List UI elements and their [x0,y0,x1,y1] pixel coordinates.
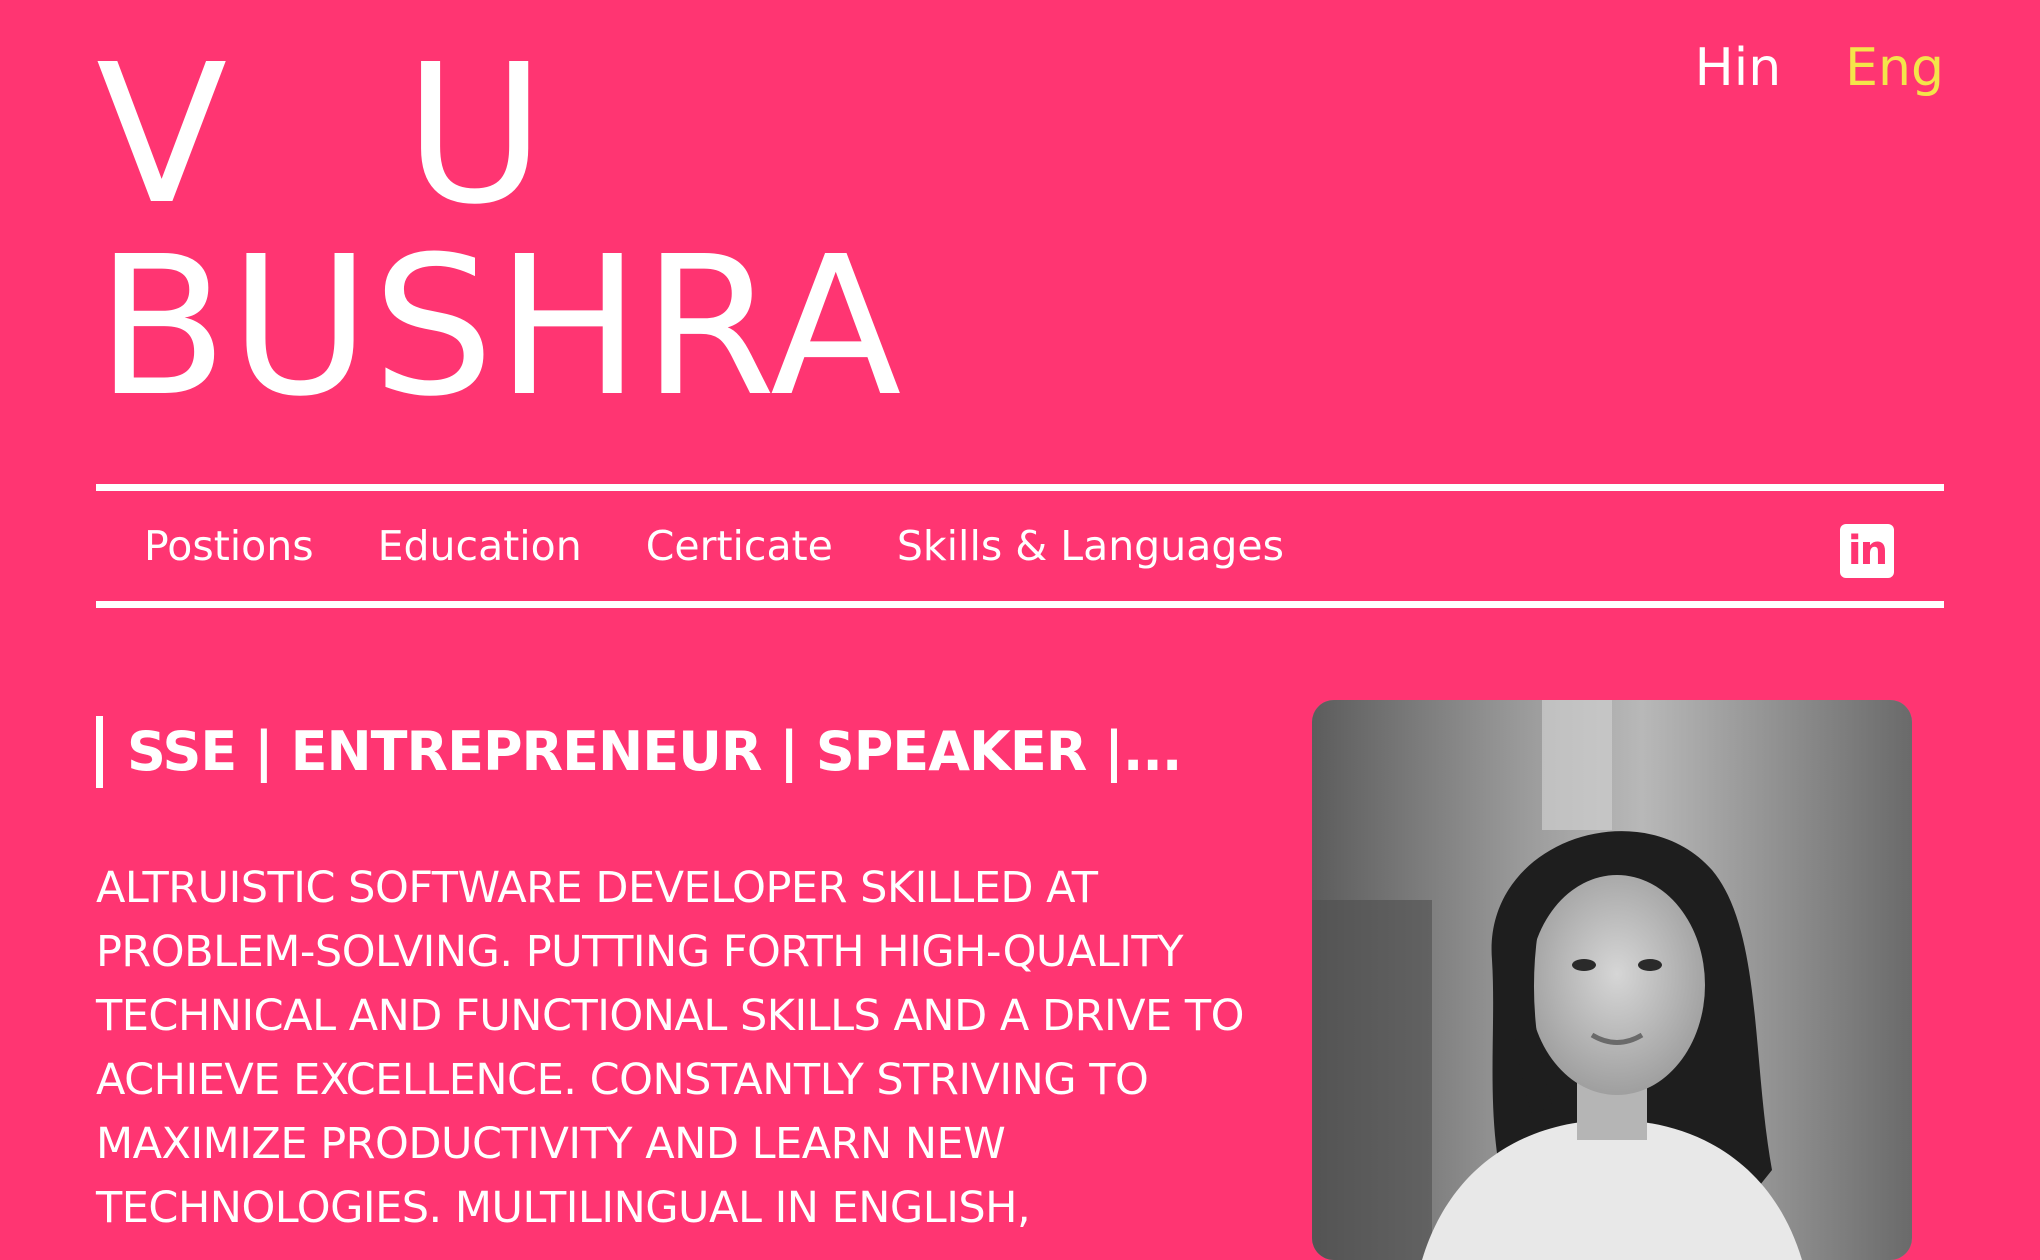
profile-subtitle: SSE | ENTREPRENEUR | SPEAKER |... [96,716,1182,788]
profile-name: V U BUSHRA [96,40,903,424]
profile-photo [1312,700,1912,1260]
name-line-1: V U [96,24,603,247]
linkedin-icon[interactable]: in [1840,524,1894,578]
profile-bio: ALTRUISTIC SOFTWARE DEVELOPER SKILLED AT… [96,863,1245,1233]
nav-item-skills-languages[interactable]: Skills & Languages [897,522,1284,570]
main-nav: Postions Education Certicate Skills & La… [96,484,1944,608]
nav-item-certificate[interactable]: Certicate [646,522,833,570]
nav-item-education[interactable]: Education [378,522,582,570]
language-english[interactable]: Eng [1845,36,1944,100]
language-hindi[interactable]: Hin [1695,36,1782,100]
language-switcher: Hin Eng [1695,36,1944,100]
name-line-2: BUSHRA [96,216,904,439]
nav-item-positions[interactable]: Postions [144,522,314,570]
